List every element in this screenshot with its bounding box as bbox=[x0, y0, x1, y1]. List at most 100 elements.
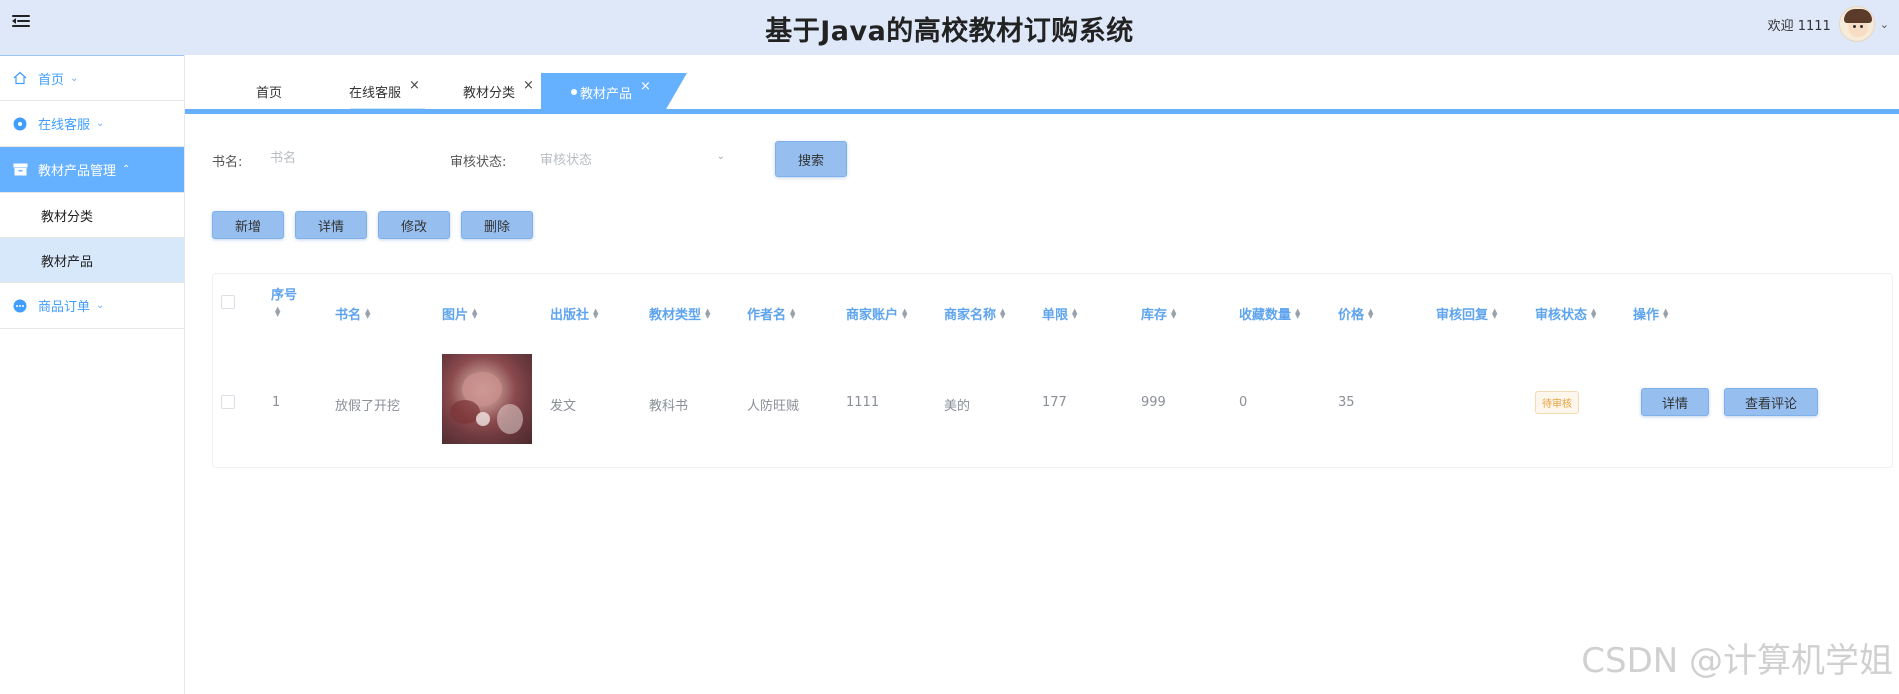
column-header-label: 审核回复 bbox=[1436, 308, 1489, 323]
sort-icon[interactable]: ▲ ▼ bbox=[1295, 307, 1300, 319]
column-header-label: 出版社 bbox=[550, 308, 590, 323]
add-button[interactable]: 新增 bbox=[212, 211, 284, 239]
column-header-label: 序号 bbox=[271, 288, 298, 303]
chevron-down-icon: ⌄ bbox=[96, 118, 105, 129]
chevron-down-icon: ⌄ bbox=[70, 72, 79, 84]
cell-stock: 999 bbox=[1141, 395, 1166, 410]
cell-favorites: 0 bbox=[1239, 395, 1248, 410]
close-icon[interactable]: × bbox=[640, 79, 651, 94]
sidebar-item-textbook-management[interactable]: 教材产品管理 ⌃ bbox=[0, 147, 184, 193]
page-title: 基于Java的高校教材订购系统 bbox=[765, 16, 1134, 47]
column-header-author[interactable]: 作者名 ▲ ▼ bbox=[747, 304, 795, 323]
sort-icon[interactable]: ▲ ▼ bbox=[1000, 307, 1005, 319]
cell-account: 1111 bbox=[846, 395, 880, 410]
status-select[interactable]: 审核状态 ⌄ bbox=[540, 142, 725, 174]
column-header-limit[interactable]: 单限 ▲ ▼ bbox=[1042, 304, 1077, 323]
tab-textbook-category[interactable]: 教材分类 × bbox=[463, 73, 534, 109]
tab-online-service[interactable]: 在线客服 × bbox=[349, 73, 420, 109]
tab-textbook-product[interactable]: 教材产品 × bbox=[541, 73, 687, 111]
column-header-status[interactable]: 审核状态 ▲ ▼ bbox=[1535, 304, 1596, 323]
row-view-comments-button[interactable]: 查看评论 bbox=[1724, 388, 1818, 416]
sort-icon[interactable]: ▲ ▼ bbox=[1591, 307, 1596, 319]
delete-button[interactable]: 删除 bbox=[461, 211, 533, 239]
chevron-up-icon: ⌃ bbox=[122, 164, 131, 175]
tab-label: 教材分类 bbox=[463, 85, 516, 101]
column-header-label: 商家账户 bbox=[846, 308, 899, 323]
tab-label: 首页 bbox=[256, 85, 283, 101]
status-badge: 待审核 bbox=[1535, 391, 1579, 414]
cell-merchant: 美的 bbox=[944, 399, 971, 414]
sort-icon[interactable]: ▲ ▼ bbox=[472, 307, 477, 319]
sort-icon[interactable]: ▲ ▼ bbox=[705, 307, 710, 319]
column-header-index[interactable]: 序号 ▲ ▼ bbox=[271, 284, 298, 318]
name-search-input[interactable] bbox=[270, 142, 430, 174]
product-image bbox=[442, 354, 532, 444]
chevron-down-icon: ⌄ bbox=[716, 151, 725, 162]
cell-limit: 177 bbox=[1042, 395, 1067, 410]
column-header-price[interactable]: 价格 ▲ ▼ bbox=[1338, 304, 1373, 323]
user-menu[interactable]: 欢迎 1111 ⌄ bbox=[1768, 4, 1889, 44]
sort-icon[interactable]: ▲ ▼ bbox=[1492, 307, 1497, 319]
sort-icon[interactable]: ▲ ▼ bbox=[1368, 307, 1373, 319]
detail-button[interactable]: 详情 bbox=[295, 211, 367, 239]
top-header: 基于Java的高校教材订购系统 欢迎 1111 ⌄ bbox=[0, 0, 1899, 55]
tab-label: 教材产品 bbox=[580, 86, 633, 102]
sidebar-item-online-service[interactable]: 在线客服 ⌄ bbox=[0, 101, 184, 147]
sort-icon[interactable]: ▲ ▼ bbox=[1663, 307, 1668, 319]
column-header-type[interactable]: 教材类型 ▲ ▼ bbox=[649, 304, 710, 323]
column-header-publisher[interactable]: 出版社 ▲ ▼ bbox=[550, 304, 598, 323]
name-label: 书名: bbox=[212, 155, 243, 170]
close-icon[interactable]: × bbox=[523, 78, 534, 93]
sort-icon[interactable]: ▲ ▼ bbox=[365, 307, 370, 319]
column-header-label: 图片 bbox=[442, 308, 469, 323]
edit-button[interactable]: 修改 bbox=[378, 211, 450, 239]
product-table: 序号 ▲ ▼ 书名 ▲ ▼ 图片 ▲ ▼ 出版社 ▲ ▼ 教材类型 ▲ ▼ 作者名 ▲ ▼ 商家账户 ▲… bbox=[212, 273, 1893, 468]
sort-icon[interactable]: ▲ ▼ bbox=[1171, 307, 1176, 319]
sort-icon[interactable]: ▲ ▼ bbox=[275, 306, 280, 318]
column-header-operation[interactable]: 操作 ▲ ▼ bbox=[1633, 304, 1668, 323]
column-header-image[interactable]: 图片 ▲ ▼ bbox=[442, 304, 477, 323]
column-header-label: 审核状态 bbox=[1535, 308, 1588, 323]
row-checkbox[interactable] bbox=[221, 395, 235, 409]
sidebar-item-label: 商品订单 bbox=[38, 300, 91, 315]
chat-icon bbox=[12, 116, 28, 132]
status-label: 审核状态: bbox=[450, 155, 507, 170]
sidebar-item-label: 教材产品管理 bbox=[38, 164, 117, 179]
cell-index: 1 bbox=[272, 395, 281, 410]
column-header-label: 商家名称 bbox=[944, 308, 997, 323]
column-header-name[interactable]: 书名 ▲ ▼ bbox=[335, 304, 370, 323]
sort-icon[interactable]: ▲ ▼ bbox=[593, 307, 598, 319]
close-icon[interactable]: × bbox=[409, 78, 420, 93]
column-header-favorites[interactable]: 收藏数量 ▲ ▼ bbox=[1239, 304, 1300, 323]
sort-icon[interactable]: ▲ ▼ bbox=[902, 307, 907, 319]
cell-author: 人防旺贼 bbox=[747, 399, 800, 414]
sidebar-subitem-textbook-category[interactable]: 教材分类 bbox=[0, 193, 184, 238]
avatar[interactable] bbox=[1838, 6, 1875, 42]
column-header-label: 单限 bbox=[1042, 308, 1069, 323]
column-header-merchant[interactable]: 商家名称 ▲ ▼ bbox=[944, 304, 1005, 323]
search-button[interactable]: 搜索 bbox=[775, 141, 847, 177]
watermark: CSDN @计算机学姐 bbox=[1581, 641, 1893, 681]
sidebar-subitem-textbook-product[interactable]: 教材产品 bbox=[0, 238, 184, 283]
column-header-label: 价格 bbox=[1338, 308, 1365, 323]
column-header-stock[interactable]: 库存 ▲ ▼ bbox=[1141, 304, 1176, 323]
chevron-down-icon[interactable]: ⌄ bbox=[1880, 18, 1889, 31]
sidebar-item-label: 首页 bbox=[38, 72, 65, 88]
sort-icon[interactable]: ▲ ▼ bbox=[790, 307, 795, 319]
sidebar-item-orders[interactable]: 商品订单 ⌄ bbox=[0, 283, 184, 329]
column-header-account[interactable]: 商家账户 ▲ ▼ bbox=[846, 304, 907, 323]
order-icon bbox=[12, 298, 28, 314]
status-select-placeholder: 审核状态 bbox=[540, 152, 593, 168]
tab-home[interactable]: 首页 bbox=[256, 73, 282, 109]
sidebar-item-home[interactable]: 首页 ⌄ bbox=[0, 55, 184, 101]
column-header-label: 收藏数量 bbox=[1239, 308, 1292, 323]
row-detail-button[interactable]: 详情 bbox=[1641, 388, 1709, 416]
select-all-checkbox[interactable] bbox=[221, 295, 235, 309]
box-icon bbox=[12, 162, 28, 178]
column-header-label: 教材类型 bbox=[649, 308, 702, 323]
chevron-down-icon: ⌄ bbox=[96, 300, 105, 311]
sort-icon[interactable]: ▲ ▼ bbox=[1072, 307, 1077, 319]
column-header-reply[interactable]: 审核回复 ▲ ▼ bbox=[1436, 304, 1497, 323]
column-header-label: 书名 bbox=[335, 308, 362, 323]
sidebar: 首页 ⌄ 在线客服 ⌄ 教材产品管理 ⌃ 教材分类 教材产品 商品订单 ⌄ bbox=[0, 55, 185, 694]
